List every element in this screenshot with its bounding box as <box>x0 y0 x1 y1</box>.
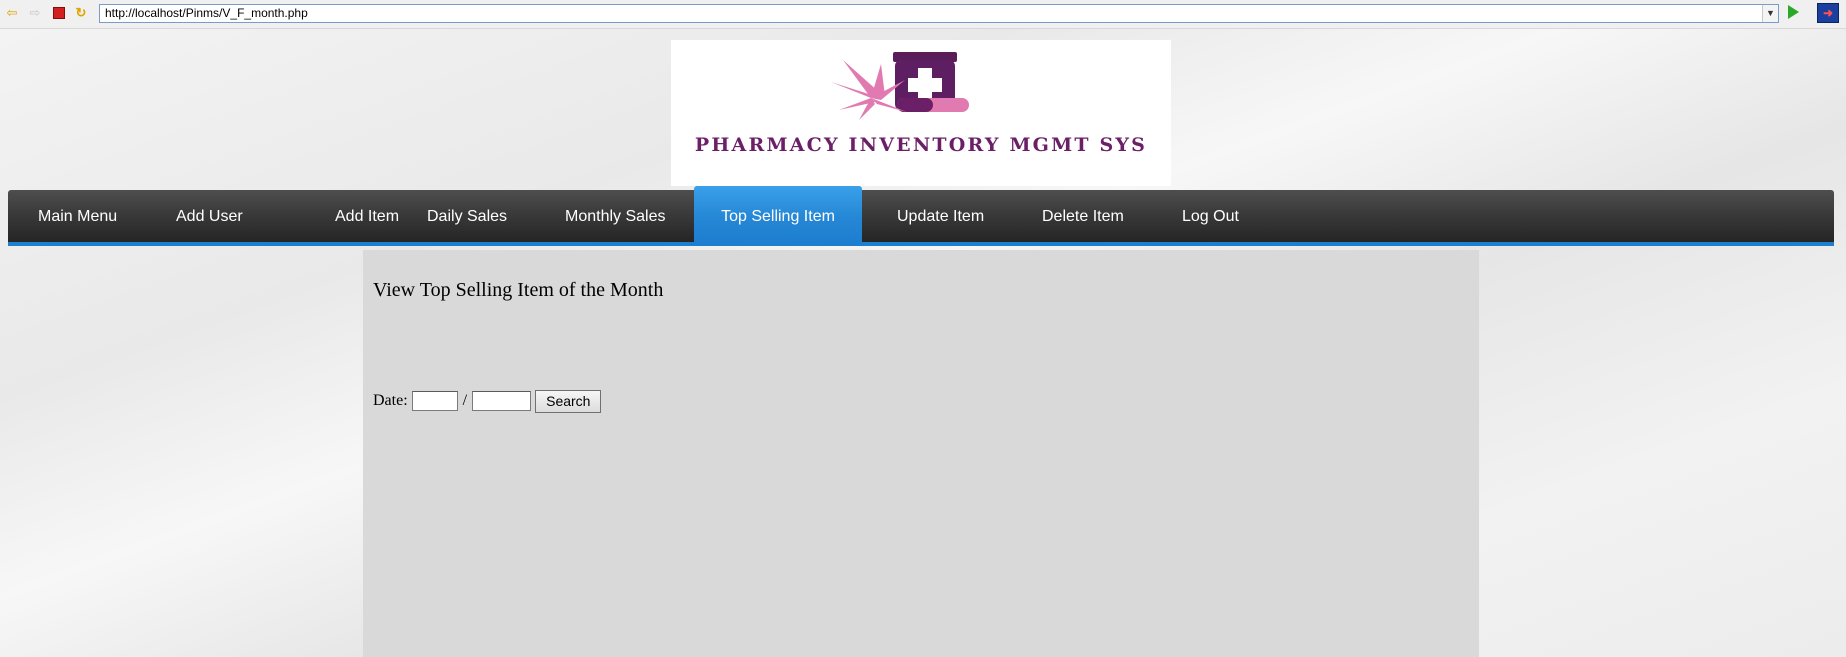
exit-icon[interactable]: ➜ <box>1817 3 1839 23</box>
date-label: Date: <box>373 392 408 409</box>
date-separator: / <box>462 392 468 409</box>
nav-log-out[interactable]: Log Out <box>1182 190 1239 242</box>
main-nav: Main Menu Add User Add Item Daily Sales … <box>8 186 1834 246</box>
nav-daily-sales[interactable]: Daily Sales <box>427 190 507 242</box>
back-arrow-icon[interactable]: ⇦ <box>4 5 20 21</box>
pharmacy-logo: PHARMACY INVENTORY MGMT SYS <box>671 40 1171 186</box>
forward-arrow-icon[interactable]: ⇨ <box>27 5 43 21</box>
logo-title: PHARMACY INVENTORY MGMT SYS <box>694 134 1148 156</box>
search-button[interactable]: Search <box>535 389 602 413</box>
go-arrow-icon[interactable] <box>1788 5 1799 19</box>
browser-toolbar: ⇦ ⇨ ↻ http://localhost/Pinms/V_F_month.p… <box>0 0 1846 29</box>
stop-icon[interactable] <box>51 5 67 21</box>
nav-monthly-sales[interactable]: Monthly Sales <box>565 190 666 242</box>
nav-main-menu[interactable]: Main Menu <box>38 190 117 242</box>
nav-delete-item[interactable]: Delete Item <box>1042 190 1124 242</box>
logo-graphic <box>831 52 969 120</box>
nav-add-user[interactable]: Add User <box>176 190 243 242</box>
nav-add-item[interactable]: Add Item <box>335 190 399 242</box>
date-search-form: Date: / Search <box>373 389 602 413</box>
nav-top-selling-item[interactable]: Top Selling Item <box>694 186 862 242</box>
chevron-down-icon[interactable]: ▼ <box>1762 5 1778 22</box>
year-input[interactable] <box>472 391 532 411</box>
nav-update-item[interactable]: Update Item <box>897 190 984 242</box>
address-bar[interactable]: http://localhost/Pinms/V_F_month.php ▼ <box>99 4 1779 23</box>
month-input[interactable] <box>411 391 458 411</box>
address-bar-url: http://localhost/Pinms/V_F_month.php <box>105 6 308 20</box>
refresh-icon[interactable]: ↻ <box>73 5 89 21</box>
page-title: View Top Selling Item of the Month <box>373 279 664 301</box>
main-content: View Top Selling Item of the Month Date:… <box>363 250 1479 657</box>
